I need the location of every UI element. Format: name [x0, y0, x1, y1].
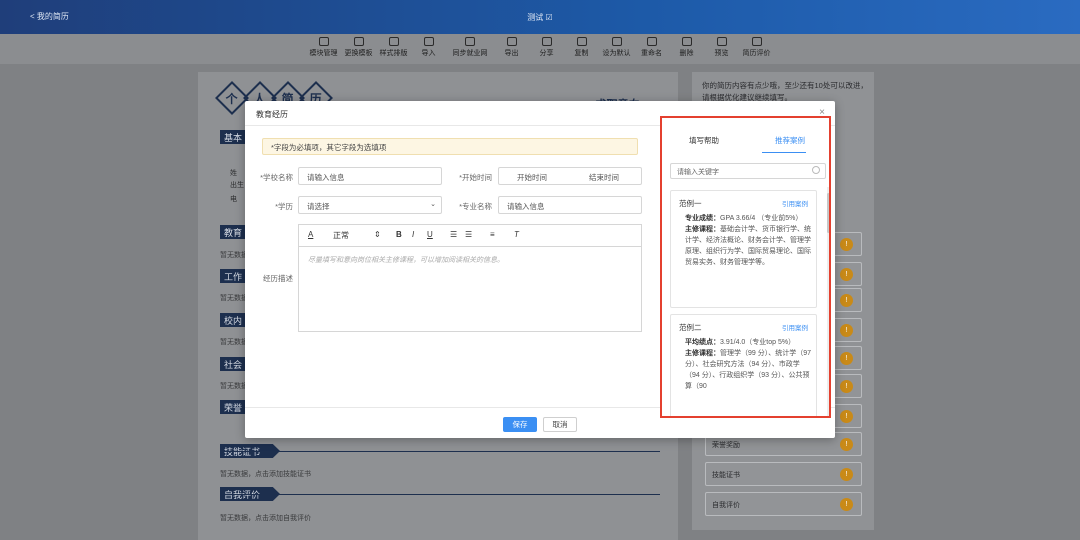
- major-label: *专业名称: [459, 202, 492, 211]
- warning-icon: !: [840, 238, 853, 251]
- major-input[interactable]: 请输入信息: [498, 196, 642, 214]
- highlight-box: [660, 116, 831, 418]
- warning-icon: !: [840, 468, 853, 481]
- check-circle-icon: [611, 37, 622, 46]
- editor-toolbar: A 正常 ⇕ B I U ☰ ☰ ≡ T: [299, 225, 641, 247]
- cloud-sync-icon: [465, 37, 475, 46]
- import-button[interactable]: 导入: [411, 34, 446, 64]
- save-button[interactable]: 保存: [503, 417, 537, 432]
- italic-icon[interactable]: I: [412, 230, 414, 239]
- grid-icon: [318, 37, 329, 46]
- warning-icon: !: [840, 438, 853, 451]
- description-label: 经历描述: [263, 274, 293, 283]
- import-icon: [423, 37, 434, 46]
- eye-icon: [716, 37, 727, 46]
- warning-icon: !: [840, 324, 853, 337]
- degree-label: *学历: [275, 202, 293, 211]
- required-notice: *字段为必填项，其它字段为选填项: [262, 138, 638, 155]
- section-divider: [220, 494, 660, 495]
- template-icon: [353, 37, 364, 46]
- font-size-select[interactable]: 正常: [333, 230, 349, 241]
- module-manage-button[interactable]: 模块管理: [306, 34, 341, 64]
- date-range-input[interactable]: 开始时间 结束时间: [498, 167, 642, 185]
- start-time-label: *开始时间: [459, 173, 492, 182]
- share-button[interactable]: 分享: [529, 34, 564, 64]
- export-button[interactable]: 导出: [494, 34, 529, 64]
- basic-field: 电: [230, 196, 237, 203]
- bullet-list-icon[interactable]: ☰: [465, 230, 472, 239]
- toolbar: 模块管理 更换模板 样式排版 导入 同步就业网 导出 分享 复制 设为默认 重命…: [0, 34, 1080, 64]
- select-arrows-icon[interactable]: ⇕: [374, 230, 381, 239]
- empty-text: 暂无数据: [220, 339, 248, 346]
- bold-icon[interactable]: B: [396, 230, 402, 239]
- rename-button[interactable]: 重命名: [634, 34, 669, 64]
- copy-button[interactable]: 复制: [564, 34, 599, 64]
- ordered-list-icon[interactable]: ☰: [450, 230, 457, 239]
- module-item-self-eval[interactable]: 自我评价!: [705, 492, 862, 516]
- degree-select[interactable]: 请选择 ⌄: [298, 196, 442, 214]
- sync-job-site-button[interactable]: 同步就业网: [446, 34, 494, 64]
- editor-placeholder: 尽量填写和意向岗位相关主修课程，可以增加阅读相关的信息。: [308, 257, 504, 264]
- basic-field: 姓: [230, 170, 237, 177]
- warning-icon: !: [840, 410, 853, 423]
- school-label: *学校名称: [260, 173, 293, 182]
- review-icon: [751, 37, 762, 46]
- trash-icon: [681, 37, 692, 46]
- basic-field: 出生: [230, 182, 244, 189]
- empty-text: 暂无数据: [220, 383, 248, 390]
- share-icon: [541, 37, 552, 46]
- set-default-button[interactable]: 设为默认: [599, 34, 634, 64]
- warning-icon: !: [840, 380, 853, 393]
- school-input[interactable]: 请输入信息: [298, 167, 442, 185]
- rich-text-editor[interactable]: A 正常 ⇕ B I U ☰ ☰ ≡ T 尽量填写和意向岗位相关主修课程，可以增…: [298, 224, 642, 332]
- skills-empty-text[interactable]: 暂无数据，点击添加技能证书: [220, 469, 311, 479]
- warning-icon: !: [840, 294, 853, 307]
- change-template-button[interactable]: 更换模板: [341, 34, 376, 64]
- warning-icon: !: [840, 268, 853, 281]
- align-icon[interactable]: ≡: [490, 230, 495, 239]
- self-eval-empty-text[interactable]: 暂无数据，点击添加自我评价: [220, 513, 311, 523]
- empty-text: 暂无数据: [220, 295, 248, 302]
- top-bar: < 我的简历 测试 ☑: [0, 0, 1080, 34]
- cancel-button[interactable]: 取消: [543, 417, 577, 432]
- rename-icon: [646, 37, 657, 46]
- layout-icon: [388, 37, 399, 46]
- chevron-down-icon: ⌄: [430, 201, 436, 208]
- underline-icon[interactable]: U: [427, 230, 433, 239]
- warning-icon: !: [840, 498, 853, 511]
- clear-format-icon[interactable]: T: [514, 230, 519, 239]
- delete-button[interactable]: 删除: [669, 34, 704, 64]
- resume-review-button[interactable]: 简历评价: [739, 34, 774, 64]
- copy-icon: [576, 37, 587, 46]
- font-color-icon[interactable]: A: [308, 230, 313, 239]
- style-layout-button[interactable]: 样式排版: [376, 34, 411, 64]
- preview-button[interactable]: 预览: [704, 34, 739, 64]
- module-item-skills[interactable]: 技能证书!: [705, 462, 862, 486]
- end-time-field[interactable]: 结束时间: [589, 172, 619, 183]
- section-divider: [220, 451, 660, 452]
- modal-title: 教育经历: [256, 110, 288, 119]
- resume-title[interactable]: 测试 ☑: [0, 12, 1080, 23]
- start-time-field[interactable]: 开始时间: [517, 172, 547, 183]
- empty-text: 暂无数据: [220, 252, 248, 259]
- warning-icon: !: [840, 352, 853, 365]
- export-icon: [506, 37, 517, 46]
